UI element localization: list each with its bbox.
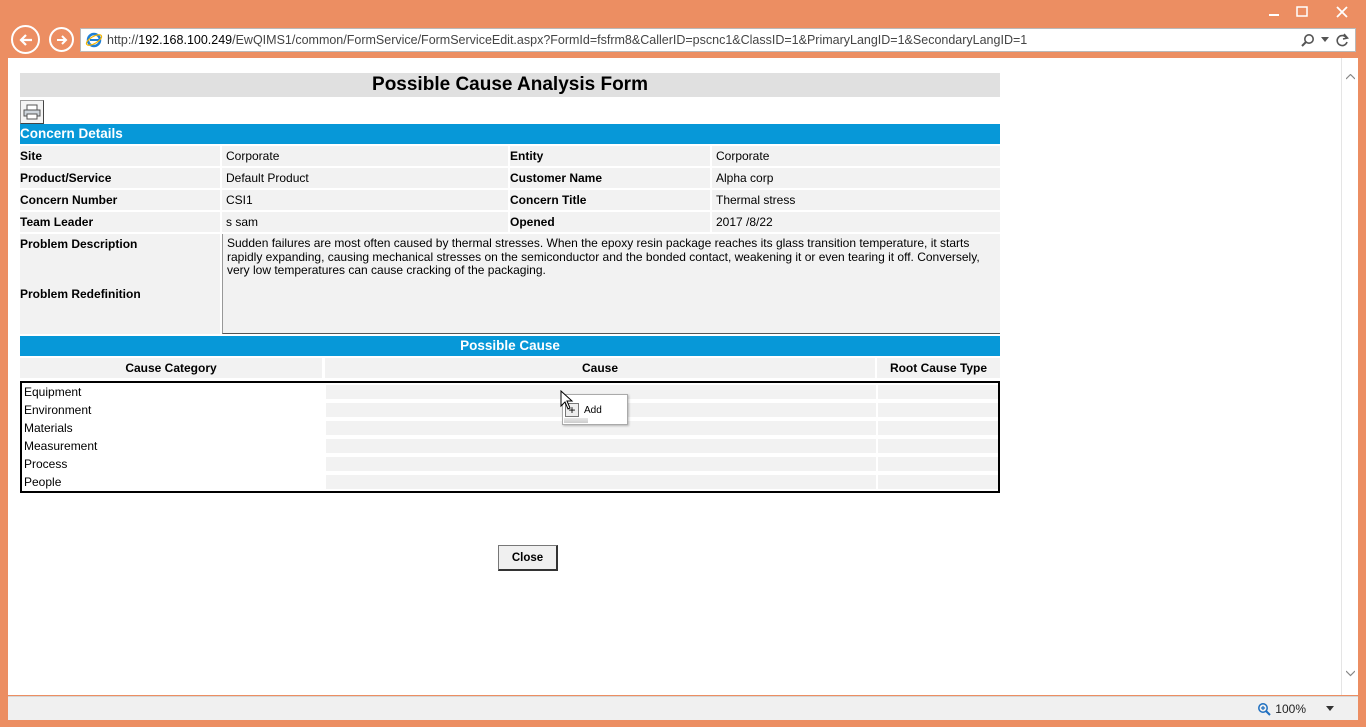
product-service-label: Product/Service [20,168,220,188]
refresh-icon[interactable] [1335,33,1349,47]
cause-category-cell: Materials [24,421,73,435]
cause-category-cell: People [24,475,62,489]
scroll-up-icon[interactable] [1346,74,1355,83]
mouse-cursor-icon [560,390,574,410]
possible-cause-form: Possible Cause Analysis Form Concern Det… [20,73,1000,571]
root-cause-type-cell[interactable] [878,385,998,399]
cause-table-header: Cause Category Cause Root Cause Type [20,358,1000,378]
table-row[interactable]: People [22,473,998,491]
table-row[interactable]: Process [22,455,998,473]
customer-name-label: Customer Name [510,168,710,188]
detail-row: Concern Number CSI1 Concern Title Therma… [20,190,1000,210]
address-bar[interactable]: http://192.168.100.249/EwQIMS1/common/Fo… [80,28,1356,52]
site-label: Site [20,146,220,166]
cause-category-cell: Process [24,457,68,471]
detail-row: Product/Service Default Product Customer… [20,168,1000,188]
problem-section: Problem Description Problem Redefinition… [20,234,1000,334]
url-text[interactable]: http://192.168.100.249/EwQIMS1/common/Fo… [107,33,1301,47]
cause-cell[interactable] [326,475,876,489]
root-cause-type-cell[interactable] [878,457,998,471]
cause-cell[interactable] [326,439,876,453]
detail-row: Team Leader s sam Opened 2017 /8/22 [20,212,1000,232]
problem-redefinition-label: Problem Redefinition [20,287,141,301]
entity-value: Corporate [712,146,1000,166]
concern-details-header: Concern Details [20,124,1000,144]
column-header-cause-category: Cause Category [20,358,322,378]
product-service-value: Default Product [222,168,508,188]
root-cause-type-cell[interactable] [878,475,998,489]
concern-title-label: Concern Title [510,190,710,210]
root-cause-type-cell[interactable] [878,403,998,417]
arrow-left-icon [18,33,32,46]
column-header-cause: Cause [325,358,875,378]
close-window-button[interactable] [1318,0,1366,24]
print-button[interactable] [20,100,44,124]
arrow-right-icon [56,34,67,45]
zoom-icon [1258,703,1272,716]
maximize-button[interactable] [1290,0,1314,24]
window-titlebar: http://192.168.100.249/EwQIMS1/common/Fo… [0,0,1366,58]
opened-label: Opened [510,212,710,232]
problem-description-label: Problem Description [20,237,138,251]
table-row[interactable]: Measurement [22,437,998,455]
minimize-button[interactable] [1262,0,1286,24]
table-row[interactable]: Materials [22,419,998,437]
scroll-down-icon[interactable] [1346,670,1355,679]
vertical-scrollbar[interactable] [1341,58,1358,695]
chevron-down-icon[interactable] [1326,706,1334,712]
root-cause-type-cell[interactable] [878,421,998,435]
concern-number-label: Concern Number [20,190,220,210]
customer-name-value: Alpha corp [712,168,1000,188]
cause-cell[interactable] [326,457,876,471]
problem-description-text: Sudden failures are most often caused by… [222,234,1000,334]
opened-value: 2017 /8/22 [712,212,1000,232]
detail-row: Site Corporate Entity Corporate [20,146,1000,166]
cause-category-cell: Measurement [24,439,98,453]
search-icon[interactable] [1301,33,1315,47]
chevron-down-icon[interactable] [1321,37,1329,43]
concern-title-value: Thermal stress [712,190,1000,210]
status-bar: 100% [8,696,1358,720]
close-button[interactable]: Close [498,545,558,571]
cause-table: Equipment Environment Materials Measurem… [20,381,1000,493]
table-row[interactable]: Environment [22,401,998,419]
table-row[interactable]: Equipment [22,383,998,401]
close-icon [1336,6,1348,18]
team-leader-label: Team Leader [20,212,220,232]
context-menu-add-label: Add [584,404,602,416]
maximize-icon [1296,6,1308,17]
cause-category-cell: Equipment [24,385,82,399]
zoom-level: 100% [1275,702,1306,716]
zoom-control[interactable]: 100% [1257,702,1334,716]
menu-decoration [564,418,588,423]
site-value: Corporate [222,146,508,166]
team-leader-value: s sam [222,212,508,232]
back-button[interactable] [11,25,40,54]
printer-icon [23,104,41,120]
root-cause-type-cell[interactable] [878,439,998,453]
problem-labels: Problem Description Problem Redefinition [20,234,220,334]
minimize-icon [1269,14,1279,16]
forward-button[interactable] [49,27,74,52]
page-title: Possible Cause Analysis Form [20,73,1000,97]
possible-cause-header: Possible Cause [20,336,1000,356]
page-viewport: Possible Cause Analysis Form Concern Det… [8,58,1358,695]
cause-category-cell: Environment [24,403,92,417]
concern-number-value: CSI1 [222,190,508,210]
internet-explorer-icon [85,32,103,48]
column-header-root-cause-type: Root Cause Type [877,358,1000,378]
entity-label: Entity [510,146,710,166]
